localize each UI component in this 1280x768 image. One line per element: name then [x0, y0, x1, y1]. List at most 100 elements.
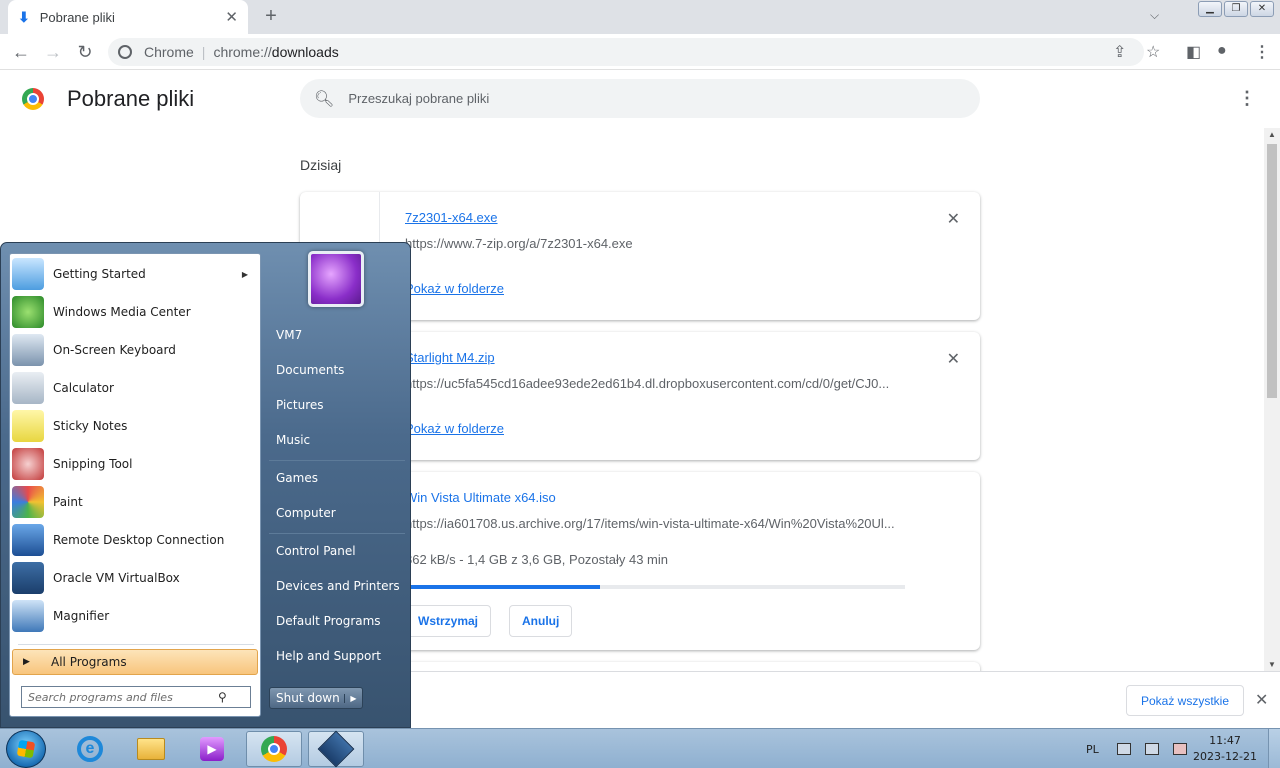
program-windows-media-center[interactable]: Windows Media Center [12, 294, 258, 330]
program-getting-started[interactable]: Getting Started ▶ [12, 256, 258, 292]
download-filename-link[interactable]: Starlight M4.zip [405, 350, 495, 365]
chrome-icon [261, 736, 287, 762]
link-music[interactable]: Music [276, 433, 310, 447]
start-menu-links-pane: VM7 Documents Pictures Music Games Compu… [263, 243, 411, 729]
taskbar-internet-explorer[interactable]: e [62, 731, 118, 767]
clock-time: 11:47 [1209, 734, 1241, 747]
paint-icon [12, 486, 44, 518]
program-label: Snipping Tool [53, 457, 133, 471]
omnibox-label: Chrome [144, 44, 194, 60]
volume-muted-icon[interactable] [1172, 743, 1187, 755]
link-default-programs[interactable]: Default Programs [276, 614, 381, 628]
download-progress-fill [405, 585, 600, 589]
program-on-screen-keyboard[interactable]: On-Screen Keyboard [12, 332, 258, 368]
page-scrollbar[interactable]: ▲ ▼ [1264, 128, 1280, 671]
program-calculator[interactable]: Calculator [12, 370, 258, 406]
show-desktop-button[interactable] [1268, 729, 1280, 768]
clock[interactable]: 11:47 2023-12-21 [1192, 733, 1258, 765]
program-snipping-tool[interactable]: Snipping Tool [12, 446, 258, 482]
link-games[interactable]: Games [276, 471, 318, 485]
pause-button[interactable]: Wstrzymaj [405, 605, 492, 637]
downloads-search-input[interactable] [348, 91, 949, 106]
omnibox-url-prefix: chrome:// [213, 44, 272, 60]
keyboard-tray-icon[interactable] [1116, 743, 1131, 755]
remove-download-icon[interactable]: ✕ [947, 209, 960, 229]
forward-button[interactable]: → [42, 41, 64, 63]
bookmark-star-icon[interactable]: ☆ [1146, 42, 1160, 62]
chrome-site-icon [118, 45, 132, 59]
taskbar-explorer[interactable] [123, 731, 179, 767]
taskbar-chrome[interactable] [246, 731, 302, 767]
share-icon[interactable]: ⇪ [1113, 42, 1126, 62]
link-help-support[interactable]: Help and Support [276, 649, 381, 663]
program-magnifier[interactable]: Magnifier [12, 598, 258, 634]
link-devices-printers[interactable]: Devices and Printers [276, 579, 400, 593]
network-icon[interactable] [1144, 743, 1159, 755]
scroll-up-arrow-icon[interactable]: ▲ [1268, 130, 1276, 139]
download-filename-link[interactable]: 7z2301-x64.exe [405, 210, 498, 225]
downloads-search-box[interactable]: 🔍︎ [300, 79, 980, 118]
taskbar-virtualbox[interactable] [308, 730, 364, 768]
language-indicator[interactable]: PL [1086, 743, 1099, 756]
restore-button[interactable]: ❐ [1224, 1, 1248, 17]
scroll-down-arrow-icon[interactable]: ▼ [1268, 660, 1276, 669]
program-label: Calculator [53, 381, 114, 395]
sticky-notes-icon [12, 410, 44, 442]
download-source-url: https://uc5fa545cd16adee93ede2ed61b4.dl.… [405, 376, 890, 391]
user-picture[interactable] [308, 251, 364, 307]
program-label: Getting Started [53, 267, 146, 281]
scroll-thumb[interactable] [1267, 144, 1277, 398]
close-tab-icon[interactable]: ✕ [225, 8, 238, 26]
address-bar[interactable]: Chrome | chrome://downloads [108, 38, 1144, 66]
side-panel-icon[interactable]: ◧ [1186, 42, 1201, 62]
start-search-box[interactable]: ⚲ [21, 686, 251, 708]
program-label: Windows Media Center [53, 305, 191, 319]
start-search-input[interactable] [28, 690, 218, 704]
show-all-button[interactable]: Pokaż wszystkie [1126, 685, 1245, 716]
remove-download-icon[interactable]: ✕ [947, 349, 960, 369]
link-user-folder[interactable]: VM7 [276, 328, 302, 342]
program-label: On-Screen Keyboard [53, 343, 176, 357]
close-shelf-icon[interactable]: ✕ [1255, 690, 1268, 710]
taskbar: e ▶ PL 11:47 2023-12-21 [0, 728, 1280, 768]
program-remote-desktop[interactable]: Remote Desktop Connection [12, 522, 258, 558]
page-title: Pobrane pliki [67, 86, 195, 111]
cancel-button[interactable]: Anuluj [509, 605, 573, 637]
link-control-panel[interactable]: Control Panel [276, 544, 356, 558]
profile-avatar-icon[interactable]: ● [1217, 42, 1227, 60]
program-virtualbox[interactable]: Oracle VM VirtualBox [12, 560, 258, 596]
program-label: Magnifier [53, 609, 110, 623]
divider [269, 460, 405, 461]
chrome-logo-icon [22, 88, 44, 110]
chrome-menu-icon[interactable]: ⋮ [1254, 42, 1270, 62]
back-button[interactable]: ← [10, 41, 32, 63]
reload-button[interactable]: ↻ [74, 41, 96, 63]
program-label: Remote Desktop Connection [53, 533, 225, 547]
new-tab-button[interactable]: + [258, 4, 284, 30]
program-label: Sticky Notes [53, 419, 128, 433]
omnibox-url: chrome://downloads [213, 44, 338, 60]
show-in-folder-link[interactable]: Pokaż w folderze [405, 421, 504, 436]
start-menu: Getting Started ▶ Windows Media Center O… [0, 242, 411, 728]
getting-started-icon [12, 258, 44, 290]
shutdown-options-arrow-icon[interactable]: ▶ [344, 693, 362, 703]
link-computer[interactable]: Computer [276, 506, 336, 520]
tab-search-chevron-icon[interactable]: ⌵ [1150, 8, 1159, 23]
link-pictures[interactable]: Pictures [276, 398, 324, 412]
more-actions-icon[interactable]: ⋮ [1238, 88, 1256, 109]
taskbar-media-player[interactable]: ▶ [184, 731, 240, 767]
link-documents[interactable]: Documents [276, 363, 344, 377]
all-programs-button[interactable]: ▶ All Programs [12, 649, 258, 675]
shutdown-button[interactable]: Shut down ▶ [269, 687, 363, 709]
internet-explorer-icon: e [77, 736, 103, 762]
start-button[interactable] [6, 730, 46, 768]
show-in-folder-link[interactable]: Pokaż w folderze [405, 281, 504, 296]
program-paint[interactable]: Paint [12, 484, 258, 520]
folder-icon [137, 738, 165, 760]
program-label: Paint [53, 495, 83, 509]
minimize-button[interactable]: ▁ [1198, 1, 1222, 17]
program-sticky-notes[interactable]: Sticky Notes [12, 408, 258, 444]
tab-downloads[interactable]: ⬇ Pobrane pliki ✕ [8, 0, 248, 34]
divider [269, 533, 405, 534]
close-window-button[interactable]: ✕ [1250, 1, 1274, 17]
